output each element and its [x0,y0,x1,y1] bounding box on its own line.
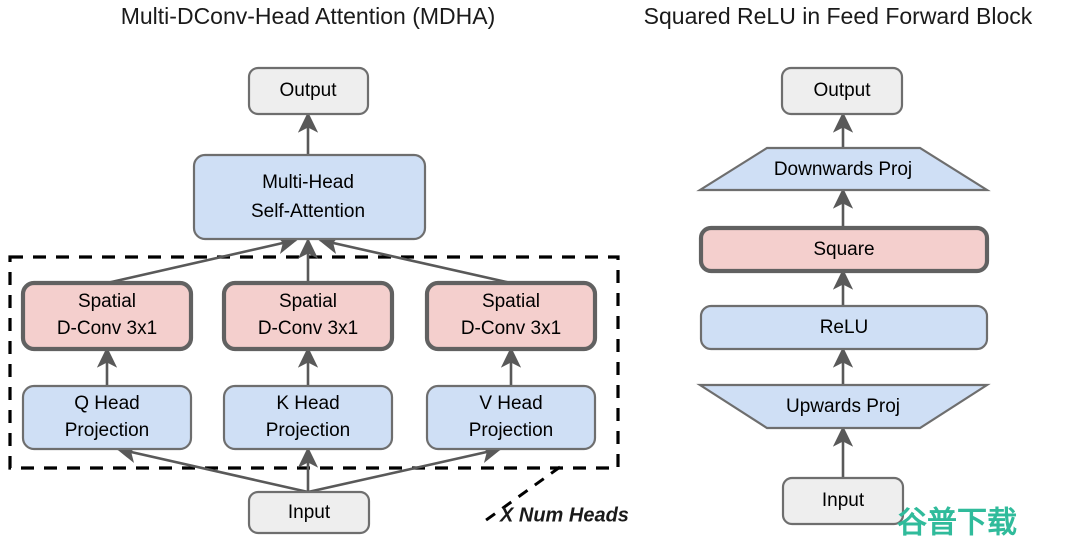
node-proj-v-label-line1: V Head [479,393,542,414]
panel-title-ffn: Squared ReLU in Feed Forward Block [644,3,1033,29]
node-dconv-k-label-line2: D-Conv 3x1 [258,318,358,339]
connector-dconv-v-to-attention [317,234,512,285]
node-output-mdha-label: Output [279,80,337,101]
node-dconv-q-label-line1: Spatial [78,291,136,312]
node-dconv-v-label-line2: D-Conv 3x1 [461,318,561,339]
annotation-num-heads: X Num Heads [499,504,629,526]
node-attention-label-line2: Self-Attention [251,201,365,222]
node-dconv-v-label-line1: Spatial [482,291,540,312]
node-multihead-self-attention[interactable] [192,153,427,241]
node-proj-q-label-line1: Q Head [74,393,139,414]
node-dconv-q-label-line2: D-Conv 3x1 [57,318,157,339]
node-input-mdha-label: Input [288,502,331,523]
node-dconv-k-label-line1: Spatial [279,291,337,312]
connector-input-to-proj-q [115,443,309,494]
node-input-ffn-label: Input [822,490,865,511]
connector-input-to-proj-v [307,443,503,494]
node-proj-v-label-line2: Projection [469,420,554,441]
diagram-svg: Multi-DConv-Head Attention (MDHA) Square… [8,3,1033,541]
watermark-text: 谷普下载 [897,506,1017,541]
node-output-ffn-label: Output [813,80,871,101]
node-relu-label: ReLU [820,317,869,338]
connector-dconv-q-to-attention [106,234,299,285]
diagram-canvas: Multi-DConv-Head Attention (MDHA) Square… [0,0,1075,545]
panel-title-mdha: Multi-DConv-Head Attention (MDHA) [121,3,496,29]
node-attention-label-line1: Multi-Head [262,172,354,193]
node-proj-k-label-line2: Projection [266,420,351,441]
node-downwards-proj-label: Downwards Proj [774,159,912,180]
node-proj-k-label-line1: K Head [276,393,339,414]
node-proj-q-label-line2: Projection [65,420,150,441]
node-square-label: Square [813,239,874,260]
node-upwards-proj-label: Upwards Proj [786,396,900,417]
